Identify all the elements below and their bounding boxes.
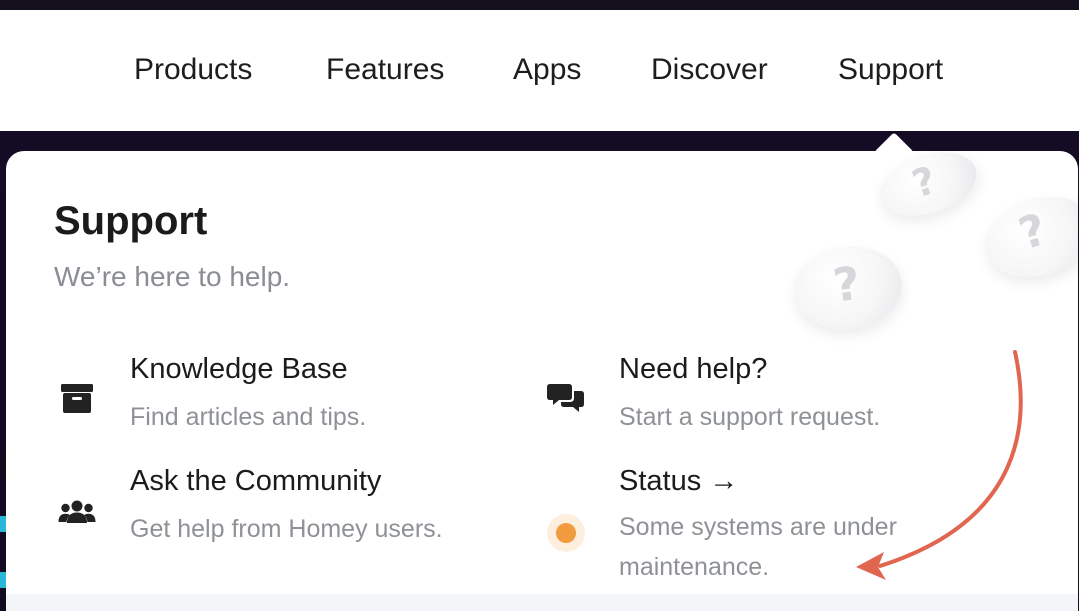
annotation-arrow-icon: [856, 350, 1023, 580]
